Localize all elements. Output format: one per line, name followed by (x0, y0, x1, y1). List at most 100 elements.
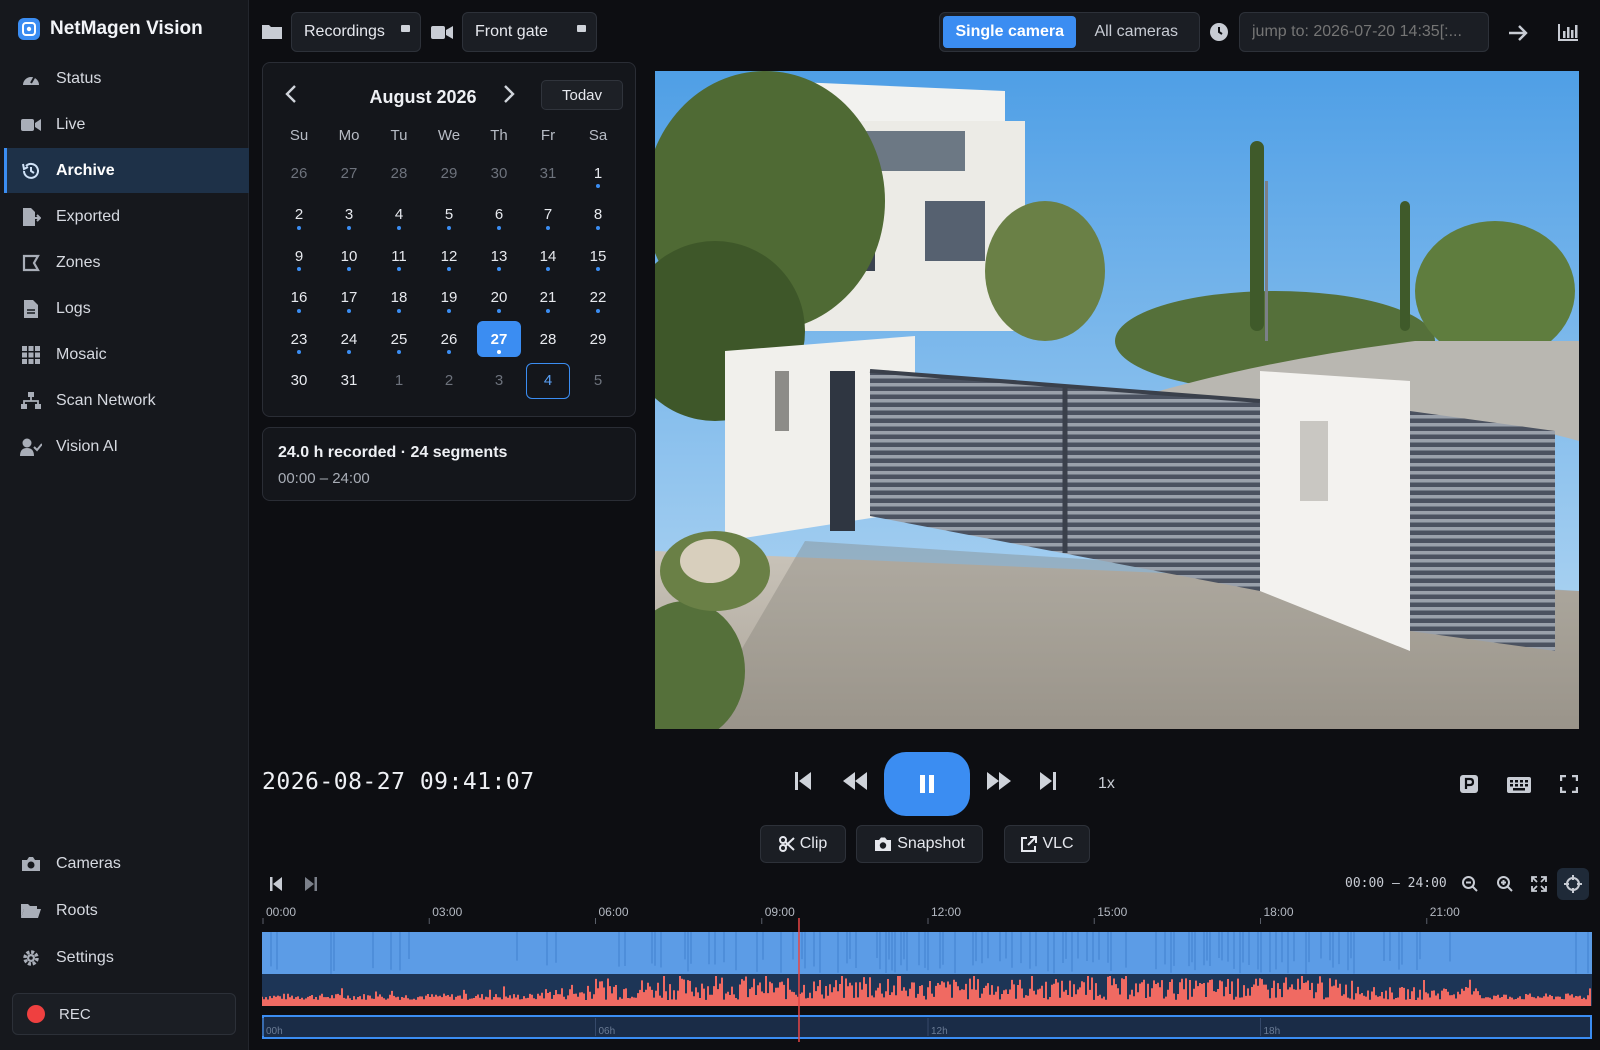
calendar-day-today[interactable]: 4 (526, 362, 570, 399)
next-month-icon[interactable] (503, 85, 515, 103)
calendar-day[interactable]: 14 (526, 238, 570, 274)
rewind-icon[interactable] (843, 772, 867, 790)
sidebar-item-scan-network[interactable]: Scan Network (4, 378, 249, 423)
timeline-prev-icon[interactable] (270, 877, 282, 891)
hour-tick-label: 03:00 (432, 905, 463, 919)
skip-end-icon[interactable] (1040, 772, 1056, 790)
sidebar-item-zones[interactable]: Zones (4, 240, 249, 285)
calendar-day[interactable]: 31 (526, 155, 570, 191)
all-cameras-button[interactable]: All cameras (1076, 16, 1196, 48)
snapshot-button[interactable]: Snapshot (856, 825, 983, 863)
video-frame[interactable] (655, 71, 1579, 729)
calendar-day[interactable]: 18 (377, 280, 421, 316)
calendar-day[interactable]: 30 (277, 363, 321, 399)
calendar-day[interactable]: 26 (427, 321, 471, 357)
calendar-day-selected[interactable]: 27 (477, 321, 521, 357)
sidebar-item-settings[interactable]: Settings (4, 935, 249, 980)
timeline[interactable]: 00h 06h 12h 18h (262, 918, 1592, 1042)
calendar-day[interactable]: 7 (526, 197, 570, 233)
clip-button[interactable]: Clip (760, 825, 846, 863)
calendar-day[interactable]: 29 (576, 321, 620, 357)
sidebar-item-status[interactable]: Status (4, 56, 249, 101)
expand-icon[interactable] (1531, 876, 1547, 892)
calendar-day[interactable]: 5 (427, 197, 471, 233)
calendar-day[interactable]: 2 (277, 197, 321, 233)
sidebar-item-exported[interactable]: Exported (4, 194, 249, 239)
skip-start-icon[interactable] (795, 772, 811, 790)
calendar-day[interactable]: 23 (277, 321, 321, 357)
jump-to-input[interactable] (1239, 12, 1489, 52)
sidebar-item-live[interactable]: Live (4, 102, 249, 147)
crosshair-button[interactable] (1557, 868, 1589, 900)
fast-forward-icon[interactable] (987, 772, 1011, 790)
calendar-day[interactable]: 1 (576, 155, 620, 191)
recording-dot (347, 267, 351, 271)
timeline-next-icon[interactable] (305, 877, 317, 891)
sidebar-item-cameras[interactable]: Cameras (4, 841, 249, 886)
calendar-day[interactable]: 30 (477, 155, 521, 191)
calendar-day[interactable]: 26 (277, 155, 321, 191)
calendar-day[interactable]: 15 (576, 238, 620, 274)
sidebar-item-label: Roots (56, 901, 98, 919)
sidebar-item-mosaic[interactable]: Mosaic (4, 332, 249, 377)
sidebar-item-archive[interactable]: Archive (4, 148, 249, 193)
calendar-day[interactable]: 2 (427, 363, 471, 399)
calendar-day[interactable]: 3 (327, 197, 371, 233)
grid-icon (20, 344, 42, 366)
chart-icon[interactable] (1558, 23, 1578, 41)
sidebar-item-logs[interactable]: Logs (4, 286, 249, 331)
weekday-header: We (437, 127, 461, 144)
pause-button[interactable] (884, 752, 970, 816)
single-camera-button[interactable]: Single camera (943, 16, 1077, 48)
timeline-range: 00:00 – 24:00 (1345, 876, 1447, 891)
camera-select[interactable]: Front gate (462, 12, 597, 52)
source-select-value: Recordings (304, 23, 385, 40)
calendar-day[interactable]: 21 (526, 280, 570, 316)
recording-dot (596, 184, 600, 188)
calendar-day[interactable]: 28 (526, 321, 570, 357)
calendar-day[interactable]: 3 (477, 363, 521, 399)
source-select[interactable]: Recordings (291, 12, 421, 52)
calendar-day[interactable]: 31 (327, 363, 371, 399)
camera-frame-image (655, 71, 1579, 729)
keyboard-icon[interactable] (1507, 777, 1531, 793)
vlc-button[interactable]: VLC (1004, 825, 1090, 863)
zoom-in-icon[interactable] (1497, 876, 1513, 892)
calendar-day[interactable]: 9 (277, 238, 321, 274)
sidebar-item-roots[interactable]: Roots (4, 888, 249, 933)
calendar-day[interactable]: 20 (477, 280, 521, 316)
pip-icon[interactable] (1460, 775, 1478, 793)
vlc-label: VLC (1042, 835, 1074, 852)
rec-button[interactable]: REC (12, 993, 236, 1035)
calendar-day[interactable]: 4 (377, 197, 421, 233)
calendar-day[interactable]: 24 (327, 321, 371, 357)
summary-title: 24.0 h recorded · 24 segments (278, 444, 508, 461)
calendar-day[interactable]: 28 (377, 155, 421, 191)
calendar-day[interactable]: 19 (427, 280, 471, 316)
calendar-day[interactable]: 29 (427, 155, 471, 191)
calendar-day[interactable]: 11 (377, 238, 421, 274)
recording-dot (347, 308, 351, 313)
playback-timestamp: 2026-08-27 09:41:07 (262, 769, 535, 795)
sidebar-item-vision-ai[interactable]: Vision AI (4, 424, 249, 469)
calendar-day[interactable]: 25 (377, 321, 421, 357)
calendar-day[interactable]: 10 (327, 238, 371, 274)
calendar-day[interactable]: 16 (277, 280, 321, 316)
calendar-day[interactable]: 5 (576, 363, 620, 399)
calendar-day-number: 30 (290, 372, 308, 389)
recording-dot (546, 225, 550, 230)
playback-speed[interactable]: 1x (1098, 775, 1115, 793)
calendar-day[interactable]: 13 (477, 238, 521, 274)
arrow-right-icon[interactable] (1508, 24, 1528, 42)
fullscreen-icon[interactable] (1560, 775, 1578, 793)
calendar-day[interactable]: 17 (327, 280, 371, 316)
calendar-day[interactable]: 27 (327, 155, 371, 191)
calendar-day[interactable]: 22 (576, 280, 620, 316)
calendar-day[interactable]: 8 (576, 197, 620, 233)
zoom-out-icon[interactable] (1462, 876, 1478, 892)
calendar-day[interactable]: 12 (427, 238, 471, 274)
calendar-day[interactable]: 1 (377, 363, 421, 399)
recording-dot (297, 350, 301, 354)
calendar-day[interactable]: 6 (477, 197, 521, 233)
today-button[interactable]: Todav (541, 80, 623, 110)
